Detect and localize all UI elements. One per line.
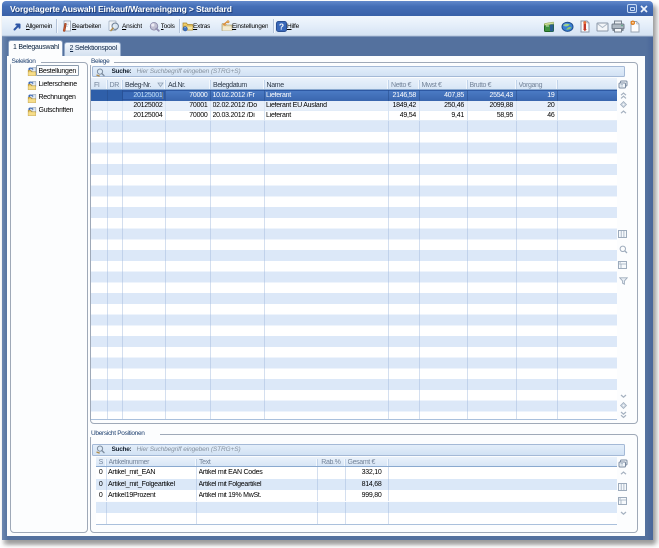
svg-text:?: ?: [278, 21, 283, 31]
